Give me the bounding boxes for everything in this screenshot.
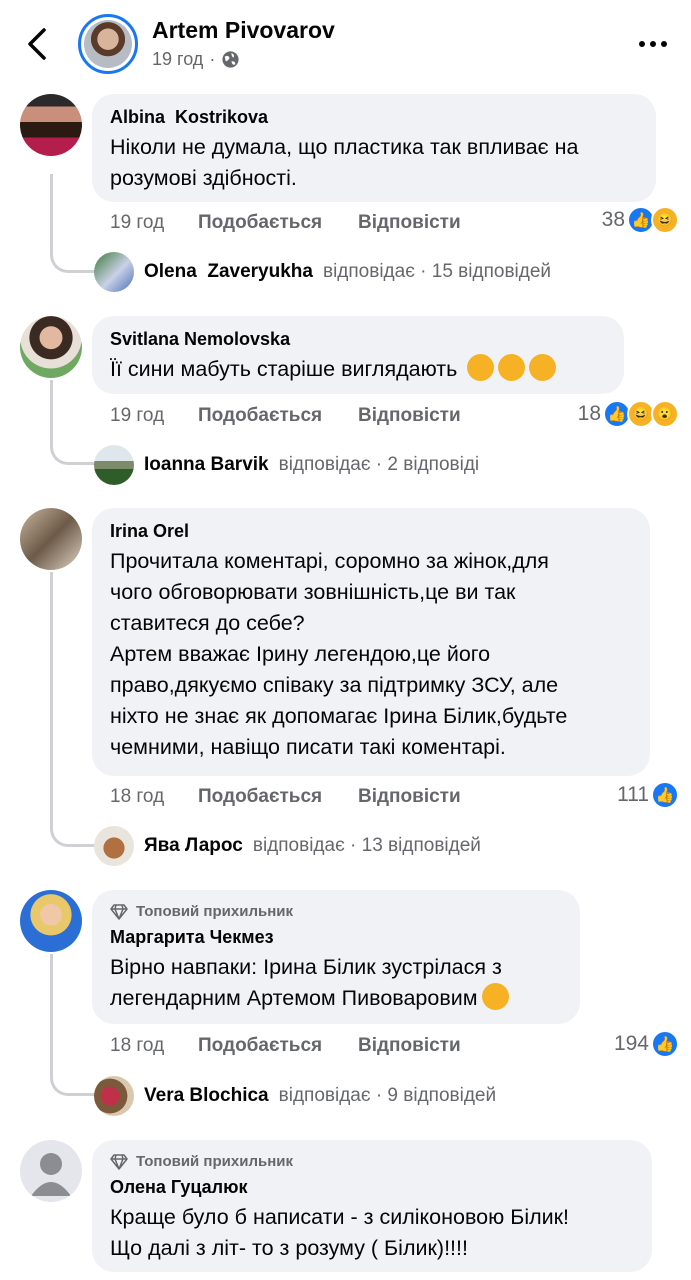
comment-text: Її сини мабуть старіше виглядають — [110, 357, 458, 381]
comment-actions: 18 год Подобається Відповісти — [110, 786, 461, 808]
sweat-smile-emoji-icon — [498, 354, 526, 381]
globe-icon — [222, 51, 239, 68]
reaction-count: 38 — [601, 208, 625, 231]
avatar[interactable] — [20, 316, 82, 378]
comment-time[interactable]: 19 год — [110, 212, 198, 234]
comment-text: Ніколи не думала, що пластика так вплива… — [110, 135, 579, 190]
more-options-button[interactable] — [635, 26, 671, 62]
thread-line — [50, 572, 96, 847]
avatar[interactable] — [20, 94, 82, 156]
reply-count: відповідає · 15 відповідей — [322, 261, 552, 282]
post-time: 19 год — [152, 49, 204, 69]
avatar — [94, 826, 134, 866]
comment-text: Вірно навпаки: Ірина Білик зустрілася з … — [110, 955, 502, 1010]
reply-button[interactable]: Відповісти — [358, 212, 461, 234]
like-button[interactable]: Подобається — [198, 212, 358, 234]
wow-icon: 😮 — [651, 400, 679, 428]
comment-bubble: Albina Kostrikova Ніколи не думала, що п… — [92, 94, 656, 202]
comment-bubble: Топовий прихильник Олена Гуцалюк Краще б… — [92, 1140, 652, 1272]
comment-time[interactable]: 18 год — [110, 1035, 198, 1057]
comment-bubble: Irina Orel Прочитала коментарі, соромно … — [92, 508, 650, 776]
reply-preview[interactable]: Ява Ларос відповідає · 13 відповідей — [94, 826, 481, 866]
avatar[interactable] — [20, 508, 82, 570]
sweat-smile-emoji-icon — [467, 354, 495, 381]
comment-time[interactable]: 19 год — [110, 405, 198, 427]
like-icon: 👍 — [651, 781, 679, 809]
reply-author: Olena Zaveryukha — [144, 261, 313, 282]
reply-count: відповідає · 9 відповідей — [278, 1085, 497, 1106]
post-header: Artem Pivovarov 19 год · — [0, 0, 691, 88]
author-name[interactable]: Artem Pivovarov — [152, 17, 335, 44]
chevron-left-icon — [28, 28, 46, 60]
top-fan-badge: Топовий прихильник — [136, 1153, 293, 1170]
more-horizontal-icon — [639, 41, 667, 47]
comment-time[interactable]: 18 год — [110, 786, 198, 808]
default-avatar-icon — [31, 1153, 71, 1196]
reply-preview[interactable]: Ioanna Barvik відповідає · 2 відповіді — [94, 445, 479, 485]
avatar — [94, 252, 134, 292]
avatar — [94, 445, 134, 485]
reply-author: Ioanna Barvik — [144, 454, 269, 475]
like-button[interactable]: Подобається — [198, 405, 358, 427]
comment-text: Прочитала коментарі, соромно за жінок,дл… — [110, 549, 568, 759]
reply-button[interactable]: Відповісти — [358, 786, 461, 808]
diamond-icon — [110, 1154, 128, 1170]
reply-count: відповідає · 2 відповіді — [278, 454, 480, 475]
comment-author[interactable]: Irina Orel — [110, 520, 632, 542]
like-icon: 👍 — [651, 1030, 679, 1058]
like-button[interactable]: Подобається — [198, 786, 358, 808]
reaction-count: 18 — [577, 402, 601, 425]
author-avatar[interactable] — [78, 14, 138, 74]
reply-author: Vera Blochica — [144, 1085, 269, 1106]
reply-preview[interactable]: Olena Zaveryukha відповідає · 15 відпові… — [94, 252, 551, 292]
reaction-count: 111 — [617, 783, 649, 806]
comment-author[interactable]: Svitlana Nemolovska — [110, 328, 606, 350]
comment-author[interactable]: Маргарита Чекмез — [110, 926, 562, 948]
comment-actions: 18 год Подобається Відповісти — [110, 1035, 461, 1057]
thread-line — [50, 174, 96, 273]
avatar — [94, 1076, 134, 1116]
thread-line — [50, 954, 96, 1096]
comment-bubble: Svitlana Nemolovska Її сини мабуть старі… — [92, 316, 624, 394]
top-fan-badge: Топовий прихильник — [136, 903, 293, 920]
reaction-summary[interactable]: 38 👍 😆 — [602, 206, 679, 234]
wink-emoji-icon — [481, 983, 509, 1010]
like-button[interactable]: Подобається — [198, 1035, 358, 1057]
comment-text: Краще було б написати - з силіконовою Бі… — [110, 1205, 570, 1260]
comment-actions: 19 год Подобається Відповісти — [110, 212, 461, 234]
avatar[interactable] — [20, 890, 82, 952]
reaction-summary[interactable]: 194 👍 — [614, 1030, 679, 1058]
reaction-summary[interactable]: 111 👍 — [617, 781, 679, 809]
reaction-count: 194 — [613, 1032, 649, 1055]
thread-line — [50, 380, 96, 465]
back-button[interactable] — [22, 24, 54, 64]
reply-preview[interactable]: Vera Blochica відповідає · 9 відповідей — [94, 1076, 496, 1116]
avatar[interactable] — [20, 1140, 82, 1202]
comment-actions: 19 год Подобається Відповісти — [110, 405, 461, 427]
reply-author: Ява Ларос — [144, 835, 243, 856]
rofl-emoji-icon — [529, 354, 557, 381]
comment-author[interactable]: Albina Kostrikova — [110, 106, 638, 128]
reply-button[interactable]: Відповісти — [358, 405, 461, 427]
reply-count: відповідає · 13 відповідей — [252, 835, 481, 856]
reply-button[interactable]: Відповісти — [358, 1035, 461, 1057]
post-meta: 19 год · — [152, 49, 240, 70]
reaction-summary[interactable]: 18 👍 😆 😮 — [578, 400, 679, 428]
diamond-icon — [110, 904, 128, 920]
comment-author[interactable]: Олена Гуцалюк — [110, 1176, 634, 1198]
comment-bubble: Топовий прихильник Маргарита Чекмез Вірн… — [92, 890, 580, 1024]
haha-icon: 😆 — [651, 206, 679, 234]
